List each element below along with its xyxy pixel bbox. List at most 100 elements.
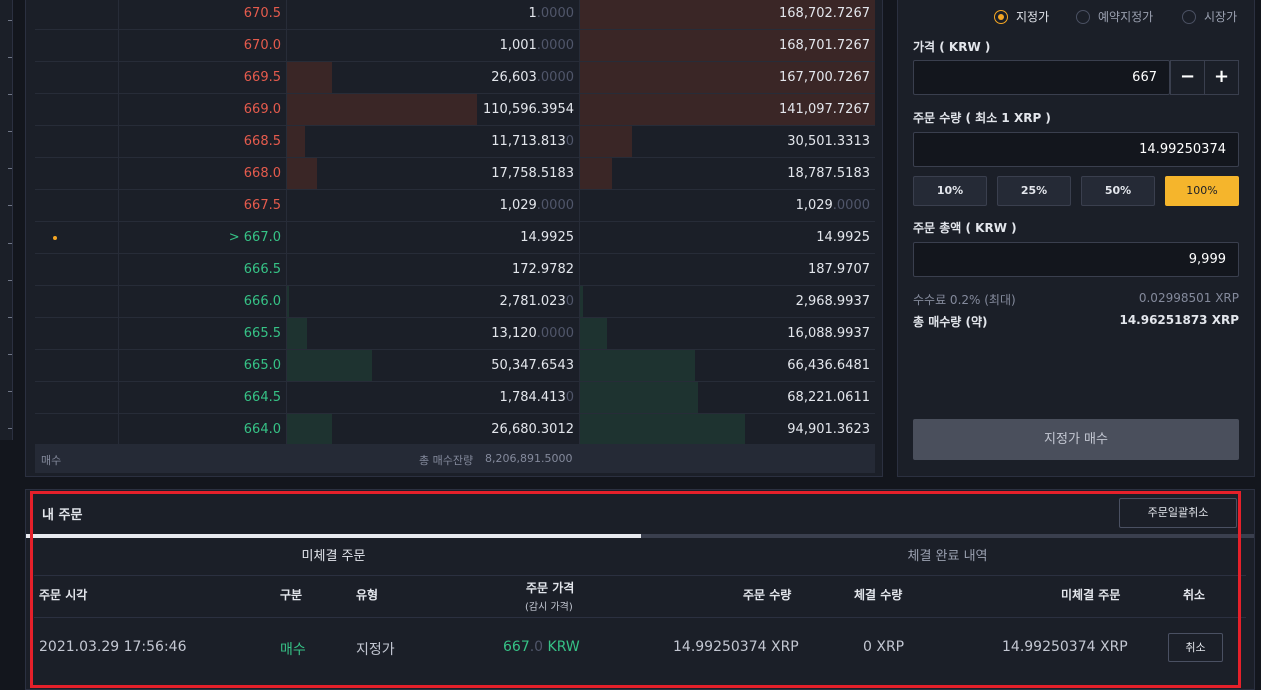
orderbook-cumulative: 30,501.3313 <box>580 126 875 157</box>
orderbook-price[interactable]: 669.5 <box>119 62 287 93</box>
orderbook-blank-cell <box>35 0 119 29</box>
order-type-reserve-label: 예약지정가 <box>1098 10 1154 24</box>
cumulative-depth-bar <box>580 382 698 413</box>
orderbook-price[interactable]: 665.0 <box>119 350 287 381</box>
quantity-input[interactable]: 14.99250374 <box>913 132 1239 167</box>
orderbook-price[interactable]: 665.5 <box>119 318 287 349</box>
quantity-label: 주문 수량 ( 최소 1 XRP ) <box>913 111 1051 125</box>
cancel-all-orders-button[interactable]: 주문일괄취소 <box>1119 498 1237 528</box>
percent-50-button[interactable]: 50% <box>1081 176 1155 206</box>
orderbook-row[interactable]: 665.0 50,347.6543 66,436.6481 <box>35 350 875 382</box>
orderbook-row[interactable]: 667.5 1,029.0000 1,029.0000 <box>35 190 875 222</box>
total-amount-input[interactable]: 9,999 <box>913 242 1239 277</box>
quantity-depth-bar <box>287 286 289 317</box>
price-increase-button[interactable]: + <box>1204 60 1239 95</box>
orderbook-price[interactable]: 666.5 <box>119 254 287 285</box>
price-label: 가격 ( KRW ) <box>913 40 991 54</box>
trading-screen: 670.5 1.0000 168,702.7267 670.0 1,001.0000 16… <box>0 0 1261 690</box>
quantity-depth-bar <box>287 94 477 125</box>
orderbook-price[interactable]: > 667.0 <box>119 222 287 253</box>
orderbook-blank-cell <box>35 30 119 61</box>
orderbook-cumulative: 168,701.7267 <box>580 30 875 61</box>
col-header-cancel: 취소 <box>1183 588 1206 602</box>
orderbook-blank-cell <box>35 126 119 157</box>
orderbook-quantity: 1,001.0000 <box>287 30 580 61</box>
orderbook-cumulative: 14.9925 <box>816 230 870 245</box>
order-filled-quantity: 0 XRP <box>863 639 905 655</box>
orderbook-quantity: 17,758.5183 <box>287 158 580 189</box>
order-type-market-label: 시장가 <box>1204 10 1238 24</box>
cumulative-depth-bar <box>580 350 695 381</box>
orderbook-quantity: 11,713.8130 <box>287 126 580 157</box>
orderbook-quantity: 26,603.0000 <box>287 62 580 93</box>
orderbook-price[interactable]: 664.5 <box>119 382 287 413</box>
radio-empty-icon <box>1182 10 1196 24</box>
percent-10-button[interactable]: 10% <box>913 176 987 206</box>
limit-buy-button[interactable]: 지정가 매수 <box>913 419 1239 460</box>
orderbook-row[interactable]: 665.5 13,120.0000 16,088.9937 <box>35 318 875 350</box>
percent-100-button[interactable]: 100% <box>1165 176 1239 206</box>
orderbook-quantity: 26,680.3012 <box>287 414 580 445</box>
order-quantity: 14.99250374 XRP <box>673 639 799 655</box>
orderbook-row[interactable]: 669.5 26,603.0000 167,700.7267 <box>35 62 875 94</box>
orderbook-price[interactable]: 670.0 <box>119 30 287 61</box>
orderbook-cumulative: 94,901.3623 <box>580 414 875 445</box>
tab-filled-history[interactable]: 체결 완료 내역 <box>641 538 1254 575</box>
orderbook-price[interactable]: 670.5 <box>119 0 287 29</box>
order-type: 지정가 <box>356 642 395 658</box>
orderbook-price[interactable]: 664.0 <box>119 414 287 445</box>
quantity-depth-bar <box>287 62 332 93</box>
strip-tick <box>8 280 12 281</box>
orderbook-panel: 670.5 1.0000 168,702.7267 670.0 1,001.0000 16… <box>25 0 883 477</box>
orderbook-row[interactable]: 670.0 1,001.0000 168,701.7267 <box>35 30 875 62</box>
col-header-filled: 체결 수량 <box>854 588 903 602</box>
order-unfilled-quantity: 14.99250374 XRP <box>1002 639 1128 655</box>
orderbook-row[interactable]: 670.5 1.0000 168,702.7267 <box>35 0 875 30</box>
orderbook-row[interactable]: 669.0 110,596.3954 141,097.7267 <box>35 94 875 126</box>
orderbook-price[interactable]: 668.5 <box>119 126 287 157</box>
orderbook-quantity: 110,596.3954 <box>287 94 580 125</box>
orderbook-price[interactable]: 668.0 <box>119 158 287 189</box>
orderbook-cumulative: 2,968.9937 <box>580 286 875 317</box>
orderbook-row[interactable]: 666.5 172.9782 187.9707 <box>35 254 875 286</box>
orderbook-price[interactable]: 667.5 <box>119 190 287 221</box>
strip-tick <box>8 57 12 58</box>
current-price-dot-icon <box>53 236 57 240</box>
orderbook-row[interactable]: > 667.0 14.9925 14.9925 <box>35 222 875 254</box>
orderbook-blank-cell <box>35 190 119 221</box>
orderbook-row[interactable]: 666.0 2,781.0230 2,968.9937 <box>35 286 875 318</box>
strip-tick <box>8 354 12 355</box>
orderbook-price[interactable]: 666.0 <box>119 286 287 317</box>
orderbook-row[interactable]: 668.5 11,713.8130 30,501.3313 <box>35 126 875 158</box>
cumulative-depth-bar <box>580 414 745 445</box>
cumulative-depth-bar <box>580 318 607 349</box>
orderbook-blank-cell <box>35 350 119 381</box>
percent-25-button[interactable]: 25% <box>997 176 1071 206</box>
orderbook-price[interactable]: 669.0 <box>119 94 287 125</box>
orderbook-quantity: 13,120.0000 <box>287 318 580 349</box>
orderbook-blank-cell <box>35 94 119 125</box>
price-decrease-button[interactable]: − <box>1170 60 1205 95</box>
total-bid-label: 총 매수잔량 <box>419 454 474 467</box>
order-price-decimal: .0 <box>529 639 544 655</box>
tab-open-orders[interactable]: 미체결 주문 <box>26 538 641 575</box>
header-bottom-divider <box>34 617 1246 618</box>
fee-label: 수수료 0.2% (최대) <box>913 293 1016 307</box>
orderbook-row[interactable]: 668.0 17,758.5183 18,787.5183 <box>35 158 875 190</box>
cumulative-depth-bar <box>580 158 612 189</box>
order-time: 2021.03.29 17:56:46 <box>39 639 187 655</box>
cancel-order-button[interactable]: 취소 <box>1168 633 1223 662</box>
orderbook-quantity: 1,029.0000 <box>287 190 580 221</box>
orderbook-row[interactable]: 664.0 26,680.3012 94,901.3623 <box>35 414 875 446</box>
cumulative-depth-bar <box>580 286 583 317</box>
quantity-depth-bar <box>287 350 372 381</box>
orderbook-quantity: 2,781.0230 <box>287 286 580 317</box>
strip-tick <box>8 205 12 206</box>
total-amount-label: 주문 총액 ( KRW ) <box>913 221 1017 235</box>
orderbook-row[interactable]: 664.5 1,784.4130 68,221.0611 <box>35 382 875 414</box>
orderbook-cumulative: 16,088.9937 <box>580 318 875 349</box>
order-side: 매수 <box>280 642 306 658</box>
col-header-qty: 주문 수량 <box>743 588 792 602</box>
price-input[interactable]: 667 <box>913 60 1170 95</box>
orderbook-cumulative: 168,702.7267 <box>580 0 875 29</box>
